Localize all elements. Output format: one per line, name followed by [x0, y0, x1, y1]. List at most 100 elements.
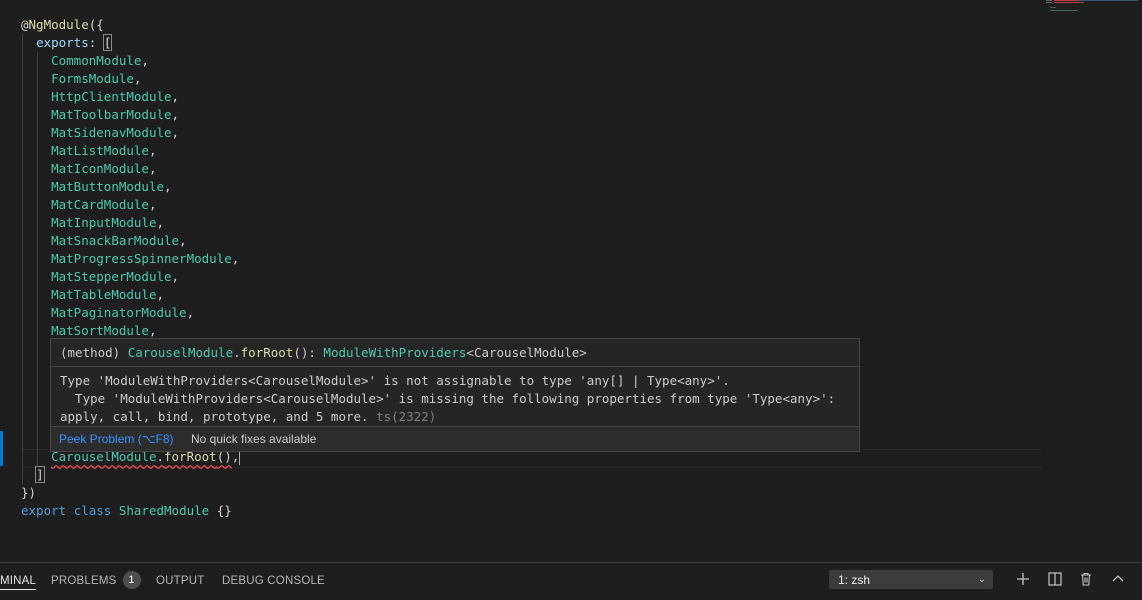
code-line[interactable]: MatToolbarModule,	[21, 106, 179, 124]
code-line[interactable]: CommonModule,	[21, 52, 149, 70]
code-token: MatPaginatorModule	[51, 305, 187, 320]
minimap-line	[1050, 7, 1056, 8]
minimap[interactable]	[1044, 0, 1142, 20]
tab-output[interactable]: OUTPUT	[156, 563, 204, 590]
text-cursor	[239, 450, 241, 465]
bottom-panel: MINAL PROBLEMS 1 OUTPUT DEBUG CONSOLE 1: …	[0, 562, 1142, 590]
code-line[interactable]: MatCardModule,	[21, 196, 156, 214]
peek-problem-link[interactable]: Peek Problem (⌥F8)	[59, 427, 174, 451]
chevron-up-icon[interactable]	[1110, 571, 1126, 587]
tab-terminal[interactable]: MINAL	[0, 563, 37, 590]
code-token: @	[21, 17, 29, 32]
modified-line-gutter-marker	[0, 431, 3, 466]
minimap-error-line	[1054, 2, 1084, 3]
code-line[interactable]: MatStepperModule,	[21, 268, 179, 286]
code-line[interactable]: MatTableModule,	[21, 286, 164, 304]
code-token: HttpClientModule	[51, 89, 172, 104]
code-line[interactable]: MatSidenavModule,	[21, 124, 179, 142]
code-token: MatInputModule	[51, 215, 157, 230]
code-line[interactable]: MatProgressSpinnerModule,	[21, 250, 239, 268]
code-token: MatButtonModule	[51, 179, 164, 194]
code-token: [	[102, 34, 113, 51]
plus-icon[interactable]	[1015, 571, 1031, 587]
code-line[interactable]: ]	[21, 466, 45, 484]
code-token: MatToolbarModule	[51, 107, 172, 122]
tab-problems[interactable]: PROBLEMS 1	[51, 563, 141, 590]
code-token: :	[88, 35, 104, 50]
code-line[interactable]: MatSnackBarModule,	[21, 232, 186, 250]
chevron-down-icon: ⌄	[977, 574, 986, 585]
code-token: MatSidenavModule	[51, 125, 172, 140]
problems-count-badge: 1	[122, 571, 141, 589]
minimap-line	[1046, 0, 1052, 1]
code-line[interactable]: MatPaginatorModule,	[21, 304, 194, 322]
code-token: ,	[148, 143, 157, 158]
code-token: MatIconModule	[51, 161, 149, 176]
hover-divider	[51, 366, 859, 367]
code-token: ,	[148, 197, 157, 212]
code-token: export	[21, 503, 67, 518]
code-line[interactable]: MatInputModule,	[21, 214, 164, 232]
code-line[interactable]: FormsModule,	[21, 70, 141, 88]
minimap-line	[1078, 0, 1138, 1]
code-token: MatListModule	[51, 143, 149, 158]
trash-icon[interactable]	[1078, 571, 1094, 587]
code-editor[interactable]: @NgModule({ exports: [ CommonModule, For…	[0, 0, 1142, 562]
code-token: ,	[171, 107, 180, 122]
code-token: MatTableModule	[51, 287, 157, 302]
split-icon[interactable]	[1047, 571, 1063, 587]
code-token: MatStepperModule	[51, 269, 172, 284]
error-code: ts(2322)	[376, 409, 437, 424]
error-hover-widget: (method) CarouselModule.forRoot(): Modul…	[50, 338, 860, 452]
code-token: ,	[171, 269, 180, 284]
code-token: ,	[164, 179, 172, 194]
code-token: ,	[133, 71, 142, 86]
code-token: SharedModule	[118, 503, 210, 518]
code-token: MatProgressSpinnerModule	[51, 251, 232, 266]
code-line[interactable]: })	[21, 484, 36, 502]
code-token: ,	[156, 215, 164, 230]
code-token: MatSnackBarModule	[51, 233, 180, 248]
code-token: exports	[36, 35, 89, 50]
code-token: {}	[209, 503, 232, 518]
code-line[interactable]: @NgModule({	[21, 16, 104, 34]
code-token: ,	[148, 161, 157, 176]
code-token: ,	[141, 53, 149, 68]
code-token: MatSortModule	[51, 323, 149, 338]
code-token: ,	[156, 287, 164, 302]
terminal-select[interactable]: 1: zsh ⌄	[829, 570, 993, 589]
minimap-line	[1050, 10, 1078, 11]
code-token: CommonModule	[51, 53, 142, 68]
hover-status-bar: Peek Problem (⌥F8) No quick fixes availa…	[51, 426, 859, 451]
code-line[interactable]: MatIconModule,	[21, 160, 156, 178]
minimap-line	[1046, 2, 1052, 3]
code-token: MatCardModule	[51, 197, 149, 212]
code-line[interactable]: exports: [	[21, 34, 113, 52]
code-token: ,	[186, 305, 195, 320]
code-line[interactable]: export class SharedModule {}	[21, 502, 232, 520]
minimap-error-line	[1054, 0, 1078, 1]
code-line[interactable]: MatListModule,	[21, 142, 156, 160]
code-token: class	[73, 503, 112, 518]
tab-debug-console[interactable]: DEBUG CONSOLE	[222, 563, 325, 590]
code-line[interactable]: HttpClientModule,	[21, 88, 179, 106]
code-line[interactable]: MatButtonModule,	[21, 178, 172, 196]
code-token: ]	[35, 466, 45, 483]
code-token: ,	[231, 251, 240, 266]
